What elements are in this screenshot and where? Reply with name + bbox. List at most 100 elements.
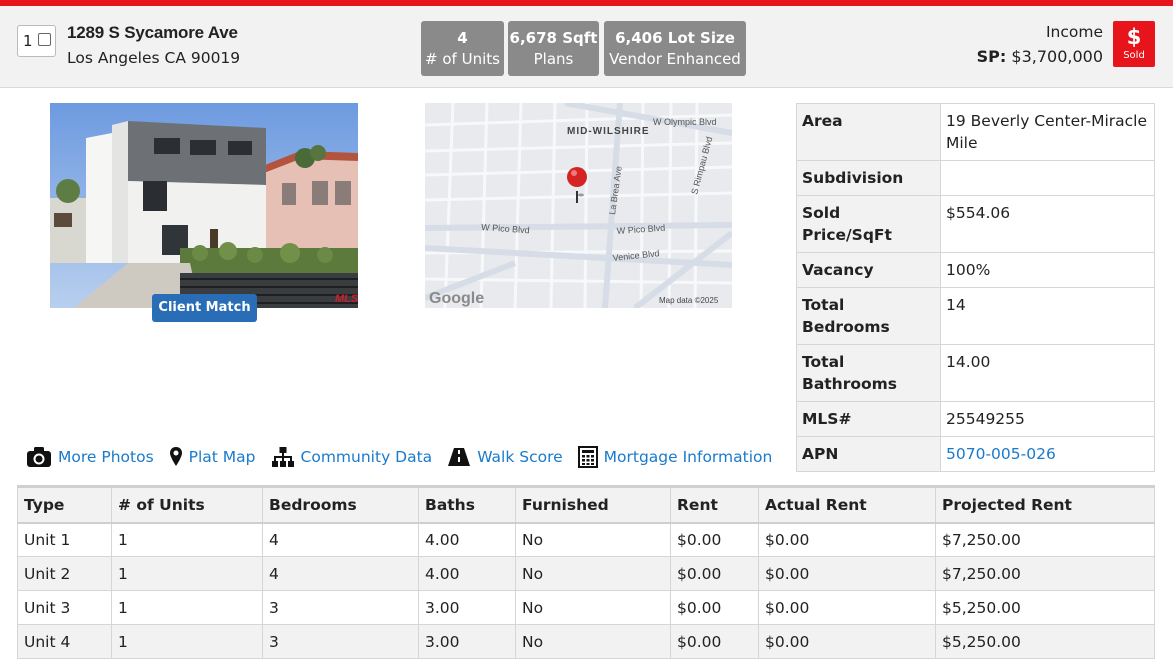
mortgage-information-link[interactable]: Mortgage Information [577,446,773,468]
sitemap-icon [271,447,294,467]
status-badge: $ Sold [1113,21,1155,67]
table-cell: $0.00 [670,590,759,625]
detail-row: Total Bedrooms 14 [796,287,1155,345]
table-cell: 4.00 [418,522,516,557]
detail-value: 14.00 [940,344,1155,402]
client-match-button[interactable]: Client Match [152,294,257,322]
address-line-1: 1289 S Sycamore Ave [67,23,238,42]
table-cell: 1 [111,590,263,625]
walk-score-label: Walk Score [477,448,563,466]
status-badge-label: Sold [1123,50,1145,61]
detail-key: Vacancy [796,252,941,288]
table-cell: 1 [111,522,263,557]
detail-value: 19 Beverly Center-Miracle Mile [940,103,1155,161]
map-attribution: Map data ©2025 [659,296,719,305]
table-cell: $0.00 [670,556,759,591]
table-cell: 3 [262,590,419,625]
table-cell: 3.00 [418,624,516,659]
select-listing-checkbox[interactable] [38,33,51,46]
plat-map-link[interactable]: Plat Map [169,446,256,468]
units-table: Type # of Units Bedrooms Baths Furnished… [17,485,1155,659]
table-cell: $7,250.00 [935,522,1155,557]
location-map[interactable]: MID-WILSHIRE W Olympic Blvd S Rimpau Blv… [425,103,732,308]
more-photos-label: More Photos [58,448,154,466]
table-cell: 1 [111,556,263,591]
column-header: Baths [418,485,516,524]
table-row: Unit 1 1 4 4.00 No $0.00 $0.00 $7,250.00 [17,522,1155,557]
table-cell: $5,250.00 [935,590,1155,625]
detail-value [940,160,1155,196]
detail-row: APN 5070-005-026 [796,436,1155,472]
stat-sqft-label: Plans [533,50,574,68]
table-cell: 1 [111,624,263,659]
table-cell: No [515,522,671,557]
detail-value: 100% [940,252,1155,288]
stat-units-value: 4 [457,29,468,47]
detail-key: Area [796,103,941,161]
table-cell: $0.00 [670,624,759,659]
apn-link[interactable]: 5070-005-026 [946,445,1056,463]
map-street-olympic: W Olympic Blvd [653,117,717,127]
table-cell: $0.00 [758,522,936,557]
table-cell: No [515,590,671,625]
table-cell: Unit 3 [17,590,112,625]
map-pin-icon [169,447,182,466]
column-header: Projected Rent [935,485,1155,524]
table-cell: $0.00 [670,522,759,557]
select-listing-box: 1 [17,25,56,57]
stat-lot-size-value: 6,406 Lot Size [615,29,735,47]
stat-units-label: # of Units [425,50,500,68]
table-cell: $0.00 [758,590,936,625]
sold-price-value: $3,700,000 [1011,47,1103,66]
table-cell: Unit 2 [17,556,112,591]
stat-lot-size: 6,406 Lot Size Vendor Enhanced [604,21,746,76]
column-header: Furnished [515,485,671,524]
property-type: Income [1045,23,1103,41]
detail-row: Area 19 Beverly Center-Miracle Mile [796,103,1155,161]
detail-key: Total Bathrooms [796,344,941,402]
column-header: Rent [670,485,759,524]
detail-value: $554.06 [940,195,1155,253]
stat-sqft-value: 6,678 Sqft [509,29,598,47]
column-header: # of Units [111,485,263,524]
column-header: Type [17,485,112,524]
table-cell: Unit 4 [17,624,112,659]
table-cell: 4 [262,522,419,557]
column-header: Actual Rent [758,485,936,524]
dollar-icon: $ [1126,25,1142,49]
detail-key: Total Bedrooms [796,287,941,345]
community-data-link[interactable]: Community Data [271,446,432,468]
detail-key: Subdivision [796,160,941,196]
table-cell: No [515,556,671,591]
detail-row: MLS# 25549255 [796,401,1155,437]
table-row: Unit 4 1 3 3.00 No $0.00 $0.00 $5,250.00 [17,624,1155,659]
mls-watermark: MLS [335,293,358,305]
table-cell: $0.00 [758,556,936,591]
more-photos-link[interactable]: More Photos [26,446,154,468]
detail-row: Subdivision [796,160,1155,196]
units-table-header: Type # of Units Bedrooms Baths Furnished… [17,485,1155,524]
stat-units: 4 # of Units [421,21,504,76]
calculator-icon [577,446,598,468]
property-photo[interactable]: MLS [50,103,358,308]
stat-sqft: 6,678 Sqft Plans [508,21,599,76]
road-icon [448,448,471,466]
table-cell: $5,250.00 [935,624,1155,659]
table-cell: No [515,624,671,659]
table-cell: 4.00 [418,556,516,591]
listing-index: 1 [23,32,33,50]
sold-price: SP: $3,700,000 [977,47,1103,66]
table-cell: $7,250.00 [935,556,1155,591]
detail-row: Sold Price/SqFt $554.06 [796,195,1155,253]
walk-score-link[interactable]: Walk Score [447,447,563,467]
sold-price-label: SP: [976,47,1007,66]
camera-icon [27,447,51,467]
property-photo-image: MLS [50,103,358,308]
mortgage-information-label: Mortgage Information [603,448,773,466]
location-map-image: MID-WILSHIRE W Olympic Blvd S Rimpau Blv… [425,103,732,308]
detail-key: MLS# [796,401,941,437]
detail-row: Total Bathrooms 14.00 [796,344,1155,402]
table-row: Unit 3 1 3 3.00 No $0.00 $0.00 $5,250.00 [17,590,1155,625]
detail-value: 5070-005-026 [940,436,1155,472]
listing-header: 1 1289 S Sycamore Ave Los Angeles CA 900… [0,6,1173,88]
